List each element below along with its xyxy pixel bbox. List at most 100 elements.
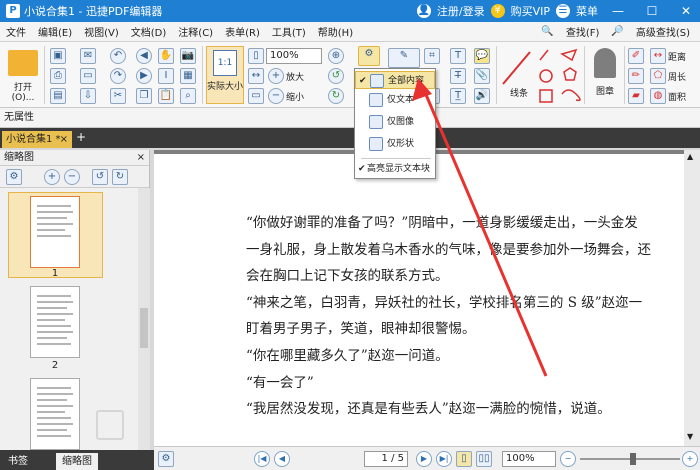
bookmarks-tab[interactable]: 书签 xyxy=(2,453,34,470)
menu-item-shapes-only[interactable]: 仅形状 xyxy=(355,135,435,153)
view-options-icon[interactable]: ⚙ xyxy=(158,451,174,467)
thumbnail-page-3[interactable] xyxy=(30,378,80,450)
area-icon[interactable]: ◍ xyxy=(650,88,666,104)
zoom-select[interactable]: 100% xyxy=(502,451,556,467)
rotate-left-icon[interactable]: ↺ xyxy=(328,68,344,84)
paste-icon[interactable]: 📋 xyxy=(158,88,174,104)
menu-item-text-only[interactable]: 仅文本 xyxy=(355,91,435,109)
add-tab-icon[interactable]: + xyxy=(76,130,86,144)
perimeter-icon[interactable]: ⬠ xyxy=(650,68,666,84)
line-tool-icon[interactable] xyxy=(500,48,532,88)
menu-icon[interactable]: ☰ xyxy=(556,4,570,18)
attach-icon[interactable]: 📎 xyxy=(474,68,490,84)
redo-icon[interactable]: ↷ xyxy=(110,68,126,84)
fit-visible-icon[interactable]: ▭ xyxy=(248,88,264,104)
menu-comment[interactable]: 注释(C) xyxy=(172,24,219,39)
actual-size-button[interactable]: 1:1 实际大小 xyxy=(206,46,244,104)
hand-tool-icon[interactable]: ✋ xyxy=(158,48,174,64)
magnifier-icon[interactable]: ⊕ xyxy=(328,48,344,64)
text-line[interactable]: 一身礼服，身上散发着乌木香水的气味，像是要参加外一场舞会，还 xyxy=(246,237,666,264)
edit-text-icon[interactable]: ✎ xyxy=(388,48,420,68)
thumbnail-scroll-thumb[interactable] xyxy=(140,308,148,348)
fit-page-icon[interactable]: ▯ xyxy=(248,48,264,64)
forward-icon[interactable]: ▶ xyxy=(136,68,152,84)
zoom-out-icon[interactable]: − xyxy=(268,88,284,104)
zoom-out-label[interactable]: 缩小 xyxy=(286,90,304,103)
text-line[interactable]: “我居然没发现，还真是有些丢人”赵迩一满脸的惋惜，说道。 xyxy=(246,396,666,423)
document-tab[interactable]: 小说合集1 * × xyxy=(2,131,72,148)
snapshot-icon[interactable]: 📷 xyxy=(180,48,196,64)
export-icon[interactable]: ⇩ xyxy=(80,88,96,104)
properties-icon[interactable]: ▤ xyxy=(50,88,66,104)
distance-label[interactable]: 距离 xyxy=(668,50,686,63)
stamp-button[interactable]: 图章 xyxy=(588,46,622,104)
underline-icon[interactable]: T̲ xyxy=(450,88,466,104)
next-page-icon[interactable]: ▶ xyxy=(416,451,432,467)
email-icon[interactable]: ✉ xyxy=(80,48,96,64)
strikeout-icon[interactable]: T̶ xyxy=(450,68,466,84)
crop-icon[interactable]: ⌗ xyxy=(424,48,440,64)
scan-icon[interactable]: ▭ xyxy=(80,68,96,84)
rotate-page-right-icon[interactable]: ↻ xyxy=(112,169,128,185)
area-label[interactable]: 面积 xyxy=(668,90,686,103)
find-button[interactable]: 查找(F) xyxy=(560,24,606,39)
print-icon[interactable]: ⎙ xyxy=(50,68,66,84)
menu-item-images-only[interactable]: 仅图像 xyxy=(355,113,435,131)
close-panel-icon[interactable]: × xyxy=(137,150,145,166)
two-page-icon[interactable]: ▯▯ xyxy=(476,451,492,467)
vip-icon[interactable]: ¥ xyxy=(490,4,505,18)
copy-icon[interactable]: ❐ xyxy=(136,88,152,104)
last-page-icon[interactable]: ▶| xyxy=(436,451,452,467)
perimeter-label[interactable]: 周长 xyxy=(668,70,686,83)
text-line[interactable]: “你做好谢罪的准备了吗？”阴暗中，一道身影缓缓走出，一头金发 xyxy=(246,210,666,237)
menu-document[interactable]: 文档(D) xyxy=(125,24,173,39)
thumbnail-page-2[interactable] xyxy=(30,286,80,358)
eraser-icon[interactable]: ✐ xyxy=(628,48,644,64)
zoom-slider[interactable] xyxy=(580,453,680,465)
minimize-icon[interactable]: — xyxy=(604,4,632,18)
thumb-zoom-in-icon[interactable]: + xyxy=(44,169,60,185)
close-tab-icon[interactable]: × xyxy=(60,131,68,148)
page-number-input[interactable]: 1 / 5 xyxy=(364,451,408,467)
login-link[interactable]: 注册/登录 xyxy=(437,3,485,19)
select-content-dropdown-button[interactable]: ⚙ xyxy=(358,46,380,66)
menu-help[interactable]: 帮助(H) xyxy=(312,24,359,39)
zoom-combo[interactable]: 100% xyxy=(266,48,322,64)
menu-file[interactable]: 文件 xyxy=(0,24,32,39)
prev-page-icon[interactable]: ◀ xyxy=(274,451,290,467)
menu-view[interactable]: 视图(V) xyxy=(78,24,125,39)
text-line[interactable]: 盯着男子男子，笑道，眼神却很警惕。 xyxy=(246,316,666,343)
text-box-icon[interactable]: T xyxy=(450,48,466,64)
buy-vip-link[interactable]: 购买VIP xyxy=(511,3,550,19)
sound-icon[interactable]: 🔊 xyxy=(474,88,490,104)
text-line[interactable]: “你在哪里藏多久了”赵迩一问道。 xyxy=(246,343,666,370)
zoom-in-label[interactable]: 放大 xyxy=(286,70,304,83)
cut-icon[interactable]: ✂ xyxy=(110,88,126,104)
app-menu-button[interactable]: 菜单 xyxy=(576,3,598,19)
advanced-find-icon[interactable]: 🔎 xyxy=(605,26,629,37)
thumbnails-tab[interactable]: 缩略图 xyxy=(56,453,98,470)
thumbnail-scrollbar[interactable] xyxy=(138,188,150,450)
document-scrollbar[interactable]: ▲ ▼ xyxy=(684,150,700,446)
scroll-up-icon[interactable]: ▲ xyxy=(687,152,693,161)
menu-tools[interactable]: 工具(T) xyxy=(266,24,312,39)
find-icon[interactable]: 🔍 xyxy=(535,26,559,37)
zoom-out-small-icon[interactable]: − xyxy=(560,451,576,467)
menu-edit[interactable]: 编辑(E) xyxy=(32,24,78,39)
select-tool-icon[interactable]: I xyxy=(158,68,174,84)
user-icon[interactable]: 👤 xyxy=(416,4,431,18)
text-line[interactable]: “神来之笔，白羽青，异妖社的社长，学校排名第三的 S 级”赵迩一 xyxy=(246,290,666,317)
text-line[interactable]: 会在胸口上记下女孩的联系方式。 xyxy=(246,263,666,290)
panel-options-icon[interactable]: ⚙ xyxy=(6,169,22,185)
highlighter-icon[interactable]: ▰ xyxy=(628,88,644,104)
lines-label[interactable]: 线条 xyxy=(510,86,528,99)
zoom-in-icon[interactable]: + xyxy=(268,68,284,84)
single-page-icon[interactable]: ▯ xyxy=(456,451,472,467)
pdf-page[interactable]: “你做好谢罪的准备了吗？”阴暗中，一道身影缓缓走出，一头金发 一身礼服，身上散发… xyxy=(154,154,684,450)
open-button[interactable]: 打开(O)... xyxy=(4,48,42,104)
find-page-icon[interactable]: ⌕ xyxy=(180,88,196,104)
rotate-right-icon[interactable]: ↻ xyxy=(328,88,344,104)
distance-icon[interactable]: ↔ xyxy=(650,48,666,64)
pencil-icon[interactable]: ✏ xyxy=(628,68,644,84)
maximize-icon[interactable]: ☐ xyxy=(638,4,666,18)
